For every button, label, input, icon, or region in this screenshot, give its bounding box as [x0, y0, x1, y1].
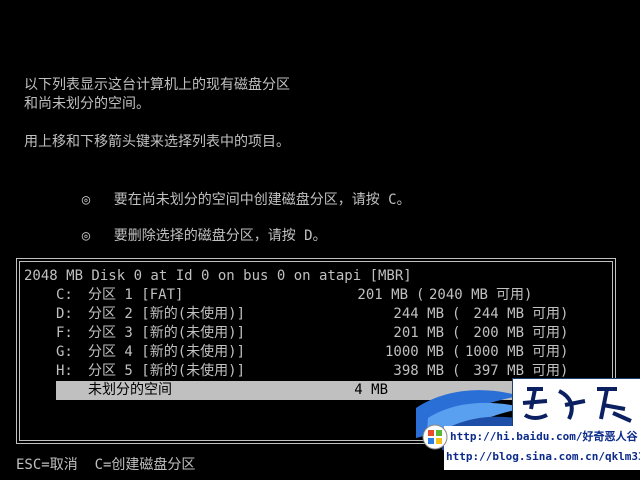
partition-free: 2040 MB [428, 287, 488, 303]
partition-name: 分区 5 [新的(未使用)] [88, 363, 246, 379]
watermark-seal [512, 378, 640, 428]
drive-letter: F: [56, 325, 73, 341]
free-label: 可用) [532, 344, 569, 360]
paren: ( [452, 306, 461, 322]
partition-free: 1000 MB [464, 344, 524, 360]
partition-row-d[interactable]: D: 分区 2 [新的(未使用)] 244 MB ( 244 MB 可用) [24, 305, 604, 324]
free-label: 可用) [496, 287, 533, 303]
paren: ( [452, 344, 461, 360]
drive-letter: H: [56, 363, 73, 379]
seal-calligraphy-icon [522, 387, 632, 423]
partition-free: 200 MB [473, 325, 524, 341]
option-create-text: 要在尚未划分的空间中创建磁盘分区，请按 C。 [113, 192, 411, 208]
partition-row-c[interactable]: C: 分区 1 [FAT] 201 MB ( 2040 MB 可用) [24, 286, 604, 305]
partition-row-f[interactable]: F: 分区 3 [新的(未使用)] 201 MB ( 200 MB 可用) [24, 324, 604, 343]
paren: ( [416, 287, 425, 303]
intro-line-2: 和尚未划分的空间。 [24, 96, 150, 112]
partition-name: 分区 1 [FAT] [88, 287, 184, 303]
windows-logo-icon [422, 424, 448, 450]
watermark-url-2: http://blog.sina.com.cn/qklm3337 [446, 450, 640, 463]
drive-letter: D: [56, 306, 73, 322]
drive-letter: C: [56, 287, 73, 303]
intro-line-1: 以下列表显示这台计算机上的现有磁盘分区 [24, 77, 290, 93]
unpartitioned-label: 未划分的空间 [88, 382, 172, 398]
paren: ( [452, 325, 461, 341]
watermark-url-1: http://hi.baidu.com/好奇恶人谷 [450, 430, 638, 443]
partition-row-g[interactable]: G: 分区 4 [新的(未使用)] 1000 MB ( 1000 MB 可用) [24, 343, 604, 362]
partition-name: 分区 2 [新的(未使用)] [88, 306, 246, 322]
partition-free: 244 MB [473, 306, 524, 322]
option-delete-text: 要删除选择的磁盘分区，请按 D。 [113, 228, 327, 244]
drive-letter: G: [56, 344, 73, 360]
watermark-logo: http://hi.baidu.com/好奇恶人谷 http://blog.si… [416, 378, 640, 470]
free-label: 可用) [532, 306, 569, 322]
partition-size: 244 MB [393, 306, 444, 322]
disk-header: 2048 MB Disk 0 at Id 0 on bus 0 on atapi… [24, 268, 412, 284]
intro-line-3: 用上移和下移箭头键来选择列表中的项目。 [24, 134, 290, 150]
option-delete: ◎ 要删除选择的磁盘分区，请按 D。 [48, 208, 327, 265]
partition-name: 分区 4 [新的(未使用)] [88, 344, 246, 360]
free-label: 可用) [532, 325, 569, 341]
partition-size: 201 MB [393, 325, 444, 341]
key-hints: ESC=取消 C=创建磁盘分区 [16, 457, 196, 473]
bullet-icon: ◎ [81, 228, 91, 244]
unpartitioned-size: 4 MB [354, 382, 388, 398]
partition-size: 1000 MB [384, 344, 444, 360]
partition-size: 201 MB [357, 287, 408, 303]
watermark-text-panel: http://hi.baidu.com/好奇恶人谷 http://blog.si… [444, 426, 640, 470]
partition-name: 分区 3 [新的(未使用)] [88, 325, 246, 341]
